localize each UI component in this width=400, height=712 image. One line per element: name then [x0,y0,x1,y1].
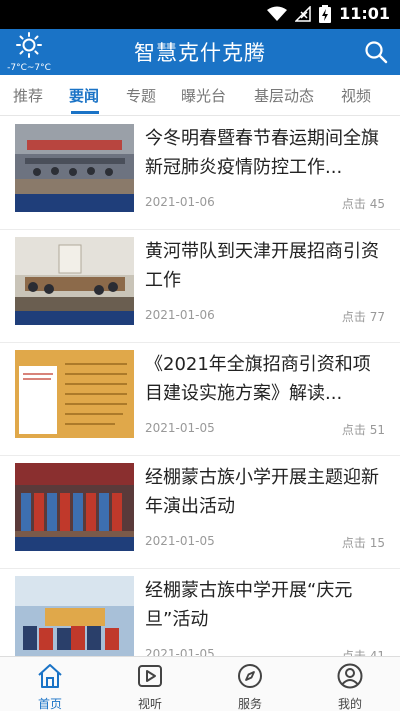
nav-home[interactable]: 首页 [20,663,80,712]
nav-profile-label: 我的 [337,697,362,711]
signal-icon [295,5,311,22]
status-bar: 11:01 [0,0,400,29]
article-thumbnail [15,124,134,212]
article-clicks: 点击 51 [341,423,385,437]
article-clicks: 点击 41 [341,649,385,656]
tab-exposure[interactable]: 曝光台 [181,85,226,106]
article-thumbnail [15,237,134,325]
article-list: 今冬明春暨春节春运期间全旗新冠肺炎疫情防控工作... 2021-01-06 点击… [0,116,400,656]
bottom-navigation: 首页 视听 服务 我的 [0,656,400,711]
article-date: 2021-01-05 [145,647,215,656]
article-item[interactable]: 经棚蒙古族小学开展主题迎新年演出活动 2021-01-05 点击 15 [0,455,400,569]
article-item[interactable]: 黄河带队到天津开展招商引资工作 2021-01-06 点击 77 [0,229,400,343]
article-date: 2021-01-05 [145,421,215,435]
tab-recommend[interactable]: 推荐 [13,85,43,106]
article-date: 2021-01-06 [145,308,215,322]
article-thumbnail [15,576,134,656]
article-title: 今冬明春暨春节春运期间全旗新冠肺炎疫情防控工作... [145,128,379,178]
article-item[interactable]: 今冬明春暨春节春运期间全旗新冠肺炎疫情防控工作... 2021-01-06 点击… [0,116,400,230]
article-thumbnail [15,350,134,438]
nav-home-label: 首页 [37,697,62,711]
app-title: 智慧克什克腾 [134,41,266,65]
category-tabs: 推荐 要闻 专题 曝光台 基层动态 视频 [0,75,400,116]
active-tab-indicator [71,111,99,114]
article-title: 黄河带队到天津开展招商引资工作 [145,241,379,291]
nav-profile[interactable]: 我的 [320,663,380,712]
nav-media-label: 视听 [137,697,162,711]
play-icon [138,665,162,687]
tab-topics[interactable]: 专题 [126,85,156,106]
article-title: 《2021年全旗招商引资和项目建设实施方案》解读... [145,354,371,404]
article-date: 2021-01-06 [145,195,215,209]
article-item[interactable]: 经棚蒙古族中学开展“庆元旦”活动 2021-01-05 点击 41 [0,568,400,656]
article-clicks: 点击 45 [341,197,385,211]
nav-services-label: 服务 [237,697,262,711]
search-icon[interactable] [364,40,388,64]
home-icon [38,664,62,688]
article-clicks: 点击 77 [341,310,385,324]
article-clicks: 点击 15 [341,536,385,550]
wifi-icon [267,6,288,21]
article-thumbnail [15,463,134,551]
user-icon [337,663,363,689]
article-date: 2021-01-05 [145,534,215,548]
tab-headlines[interactable]: 要闻 [69,85,99,106]
status-time: 11:01 [339,4,390,23]
app-bar: -7°C~7°C 智慧克什克腾 [0,29,400,75]
battery-icon [319,4,332,23]
tab-grassroots[interactable]: 基层动态 [254,85,314,106]
article-title: 经棚蒙古族中学开展“庆元旦”活动 [145,580,353,630]
nav-media[interactable]: 视听 [120,663,180,712]
tab-video[interactable]: 视频 [341,85,371,106]
article-title: 经棚蒙古族小学开展主题迎新年演出活动 [145,467,379,517]
nav-services[interactable]: 服务 [220,663,280,712]
compass-icon [238,664,262,688]
article-item[interactable]: 《2021年全旗招商引资和项目建设实施方案》解读... 2021-01-05 点… [0,342,400,456]
